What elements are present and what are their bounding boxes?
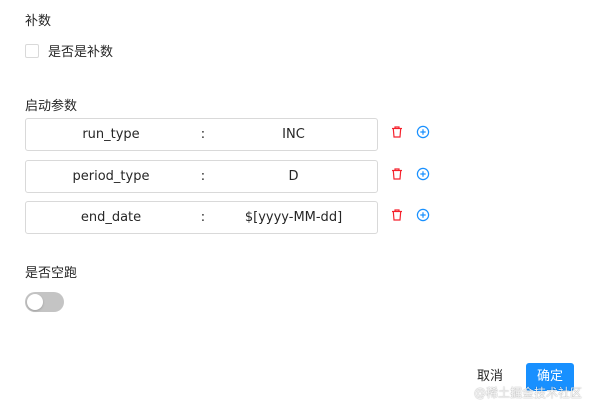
param-value[interactable]: D (210, 161, 377, 192)
trash-icon[interactable] (390, 208, 404, 222)
dry-run-title: 是否空跑 (25, 266, 78, 281)
param-separator: : (200, 127, 206, 142)
plus-circle-icon[interactable] (416, 167, 430, 181)
param-separator: : (200, 169, 206, 184)
cancel-button[interactable]: 取消 (466, 363, 514, 391)
startup-params-title: 启动参数 (25, 99, 78, 114)
ok-button[interactable]: 确定 (526, 363, 574, 391)
trash-icon[interactable] (390, 125, 404, 139)
param-separator: : (200, 210, 206, 225)
param-key[interactable]: end_date (26, 202, 196, 233)
plus-circle-icon[interactable] (416, 125, 430, 139)
param-row: period_type : D (25, 160, 378, 193)
param-value[interactable]: $[yyyy-MM-dd] (210, 202, 377, 233)
backfill-checkbox-label: 是否是补数 (48, 45, 114, 60)
backfill-checkbox[interactable] (25, 43, 39, 58)
param-value[interactable]: INC (210, 119, 377, 150)
dry-run-toggle[interactable] (25, 292, 64, 312)
param-row: run_type : INC (25, 118, 378, 151)
param-key[interactable]: period_type (26, 161, 196, 192)
param-row: end_date : $[yyyy-MM-dd] (25, 201, 378, 234)
trash-icon[interactable] (390, 167, 404, 181)
plus-circle-icon[interactable] (416, 208, 430, 222)
toggle-knob (27, 294, 43, 310)
param-key[interactable]: run_type (26, 119, 196, 150)
backfill-title: 补数 (25, 14, 52, 29)
backfill-checkbox-row[interactable]: 是否是补数 (25, 41, 113, 60)
